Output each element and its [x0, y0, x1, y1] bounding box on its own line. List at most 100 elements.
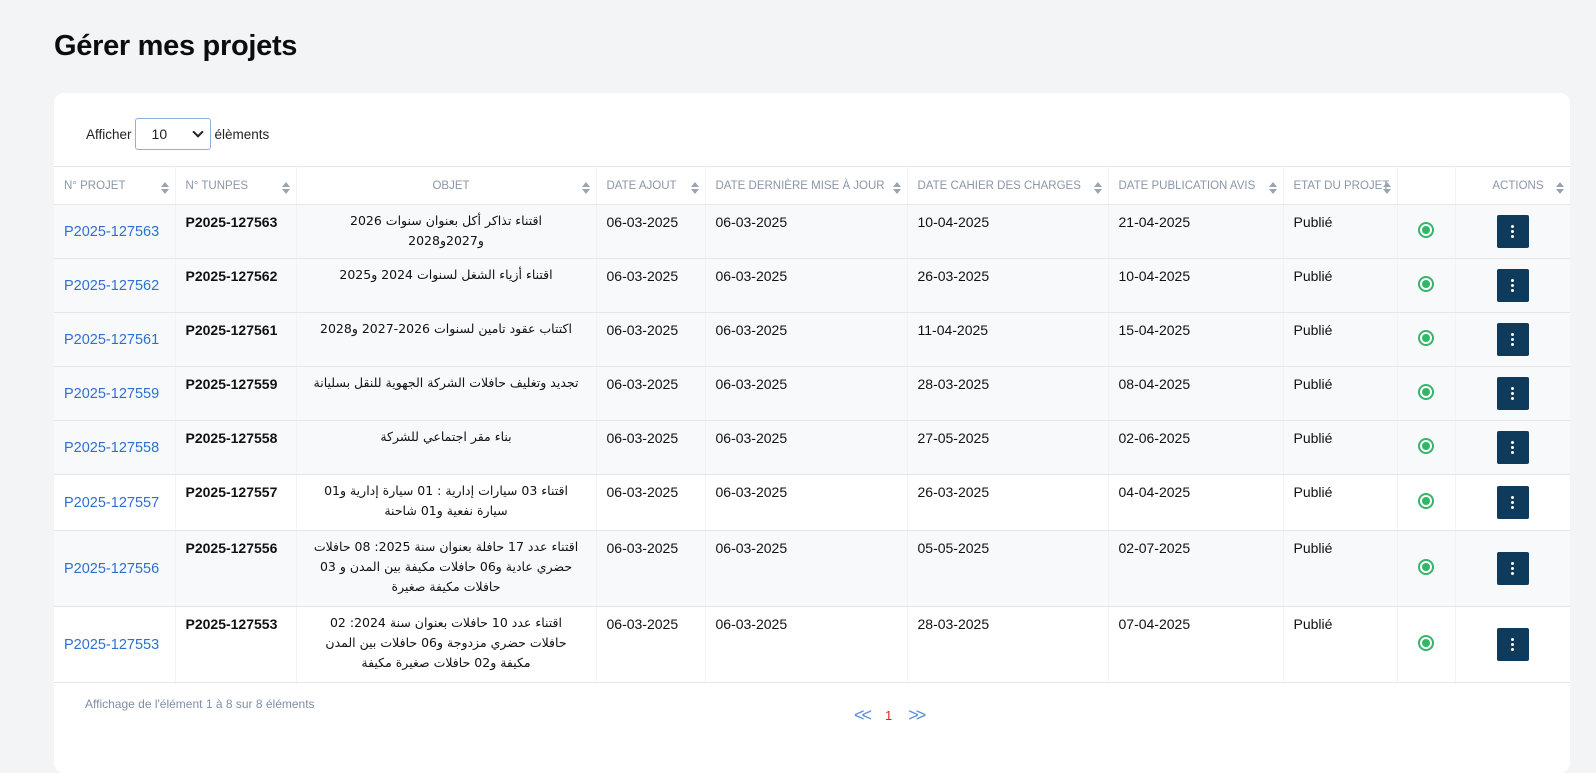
next-page-button[interactable]: >> — [908, 705, 926, 726]
date-ajout-cell: 06-03-2025 — [596, 366, 706, 421]
header-date-maj[interactable]: DATE DERNIÈRE MISE À JOUR — [705, 166, 908, 205]
table-row: P2025-127563 P2025-127563 اقتناء تذاكر أ… — [54, 204, 1570, 259]
table-row: P2025-127557 P2025-127557 اقتناء 03 سيار… — [54, 474, 1570, 531]
projet-link[interactable]: P2025-127561 — [54, 312, 176, 367]
page-length-select[interactable]: 10 — [134, 118, 211, 150]
status-cell — [1397, 530, 1456, 607]
length-prefix-label: Afficher — [86, 126, 132, 142]
length-suffix-label: élèments — [214, 126, 270, 142]
kebab-menu-icon[interactable] — [1496, 552, 1529, 585]
date-maj-cell: 06-03-2025 — [705, 312, 908, 367]
published-status-icon — [1418, 222, 1434, 238]
objet-cell: اقتناء عدد 17 حافلة بعنوان سنة 2025: 08 … — [296, 530, 597, 607]
date-cahier-cell: 28-03-2025 — [907, 606, 1109, 683]
etat-cell: Publié — [1283, 258, 1398, 313]
date-maj-cell: 06-03-2025 — [705, 606, 908, 683]
date-maj-cell: 06-03-2025 — [705, 366, 908, 421]
date-maj-cell: 06-03-2025 — [705, 258, 908, 313]
kebab-menu-icon[interactable] — [1496, 323, 1529, 356]
tunpes-cell: P2025-127562 — [175, 258, 297, 313]
published-status-icon — [1418, 493, 1434, 509]
etat-cell: Publié — [1283, 366, 1398, 421]
status-cell — [1397, 606, 1456, 683]
objet-cell: اقتناء أزياء الشغل لسنوات 2024 و2025 — [296, 258, 597, 313]
date-pub-cell: 08-04-2025 — [1108, 366, 1284, 421]
sort-icon — [892, 182, 901, 194]
actions-cell — [1455, 204, 1570, 259]
date-cahier-cell: 27-05-2025 — [907, 420, 1109, 475]
table-row: P2025-127553 P2025-127553 اقتناء عدد 10 … — [54, 606, 1570, 683]
actions-cell — [1455, 530, 1570, 607]
table-row: P2025-127561 P2025-127561 اكتتاب عقود تا… — [54, 312, 1570, 367]
header-tunpes[interactable]: N° TUNPES — [175, 166, 297, 205]
published-status-icon — [1418, 384, 1434, 400]
published-status-icon — [1418, 276, 1434, 292]
date-pub-cell: 21-04-2025 — [1108, 204, 1284, 259]
etat-cell: Publié — [1283, 312, 1398, 367]
etat-cell: Publié — [1283, 474, 1398, 531]
current-page-button[interactable]: 1 — [885, 708, 892, 723]
projet-link[interactable]: P2025-127557 — [54, 474, 176, 531]
kebab-menu-icon[interactable] — [1496, 377, 1529, 410]
kebab-menu-icon[interactable] — [1496, 628, 1529, 661]
projet-link[interactable]: P2025-127556 — [54, 530, 176, 607]
status-cell — [1397, 366, 1456, 421]
date-ajout-cell: 06-03-2025 — [596, 606, 706, 683]
date-pub-cell: 10-04-2025 — [1108, 258, 1284, 313]
published-status-icon — [1418, 559, 1434, 575]
date-ajout-cell: 06-03-2025 — [596, 420, 706, 475]
etat-cell: Publié — [1283, 606, 1398, 683]
sort-icon — [581, 182, 590, 194]
projet-link[interactable]: P2025-127563 — [54, 204, 176, 259]
status-cell — [1397, 420, 1456, 475]
page-length-control: Afficher 10 élèments — [86, 118, 269, 150]
previous-page-button[interactable]: << — [854, 705, 872, 726]
kebab-menu-icon[interactable] — [1496, 431, 1529, 464]
projet-link[interactable]: P2025-127562 — [54, 258, 176, 313]
actions-cell — [1455, 420, 1570, 475]
table-info: Affichage de l'élément 1 à 8 sur 8 éléme… — [85, 697, 315, 711]
header-date-publication[interactable]: DATE PUBLICATION AVIS — [1108, 166, 1284, 205]
table-row: P2025-127558 P2025-127558 بناء مقر اجتما… — [54, 420, 1570, 475]
tunpes-cell: P2025-127563 — [175, 204, 297, 259]
header-date-ajout[interactable]: DATE AJOUT — [596, 166, 706, 205]
date-ajout-cell: 06-03-2025 — [596, 474, 706, 531]
header-actions[interactable]: ACTIONS — [1455, 166, 1570, 205]
status-cell — [1397, 474, 1456, 531]
date-maj-cell: 06-03-2025 — [705, 474, 908, 531]
kebab-menu-icon[interactable] — [1496, 486, 1529, 519]
date-maj-cell: 06-03-2025 — [705, 204, 908, 259]
header-objet[interactable]: OBJET — [296, 166, 597, 205]
sort-icon — [1382, 182, 1391, 194]
date-ajout-cell: 06-03-2025 — [596, 258, 706, 313]
status-cell — [1397, 312, 1456, 367]
etat-cell: Publié — [1283, 204, 1398, 259]
header-etat[interactable]: ETAT DU PROJET — [1283, 166, 1398, 205]
projet-link[interactable]: P2025-127553 — [54, 606, 176, 683]
sort-icon — [1555, 182, 1564, 194]
header-projet[interactable]: N° PROJET — [54, 166, 176, 205]
table-row: P2025-127556 P2025-127556 اقتناء عدد 17 … — [54, 530, 1570, 607]
tunpes-cell: P2025-127557 — [175, 474, 297, 531]
tunpes-cell: P2025-127559 — [175, 366, 297, 421]
header-date-cahier[interactable]: DATE CAHIER DES CHARGES — [907, 166, 1109, 205]
date-cahier-cell: 10-04-2025 — [907, 204, 1109, 259]
actions-cell — [1455, 258, 1570, 313]
tunpes-cell: P2025-127561 — [175, 312, 297, 367]
published-status-icon — [1418, 330, 1434, 346]
projet-link[interactable]: P2025-127559 — [54, 366, 176, 421]
sort-icon — [281, 182, 290, 194]
table-row: P2025-127562 P2025-127562 اقتناء أزياء ا… — [54, 258, 1570, 313]
actions-cell — [1455, 312, 1570, 367]
etat-cell: Publié — [1283, 420, 1398, 475]
date-maj-cell: 06-03-2025 — [705, 530, 908, 607]
date-pub-cell: 04-04-2025 — [1108, 474, 1284, 531]
actions-cell — [1455, 474, 1570, 531]
actions-cell — [1455, 366, 1570, 421]
projet-link[interactable]: P2025-127558 — [54, 420, 176, 475]
kebab-menu-icon[interactable] — [1496, 269, 1529, 302]
objet-cell: اقتناء تذاكر أكل بعنوان سنوات 2026 و2027… — [296, 204, 597, 259]
sort-icon — [1093, 182, 1102, 194]
date-ajout-cell: 06-03-2025 — [596, 204, 706, 259]
kebab-menu-icon[interactable] — [1496, 215, 1529, 248]
